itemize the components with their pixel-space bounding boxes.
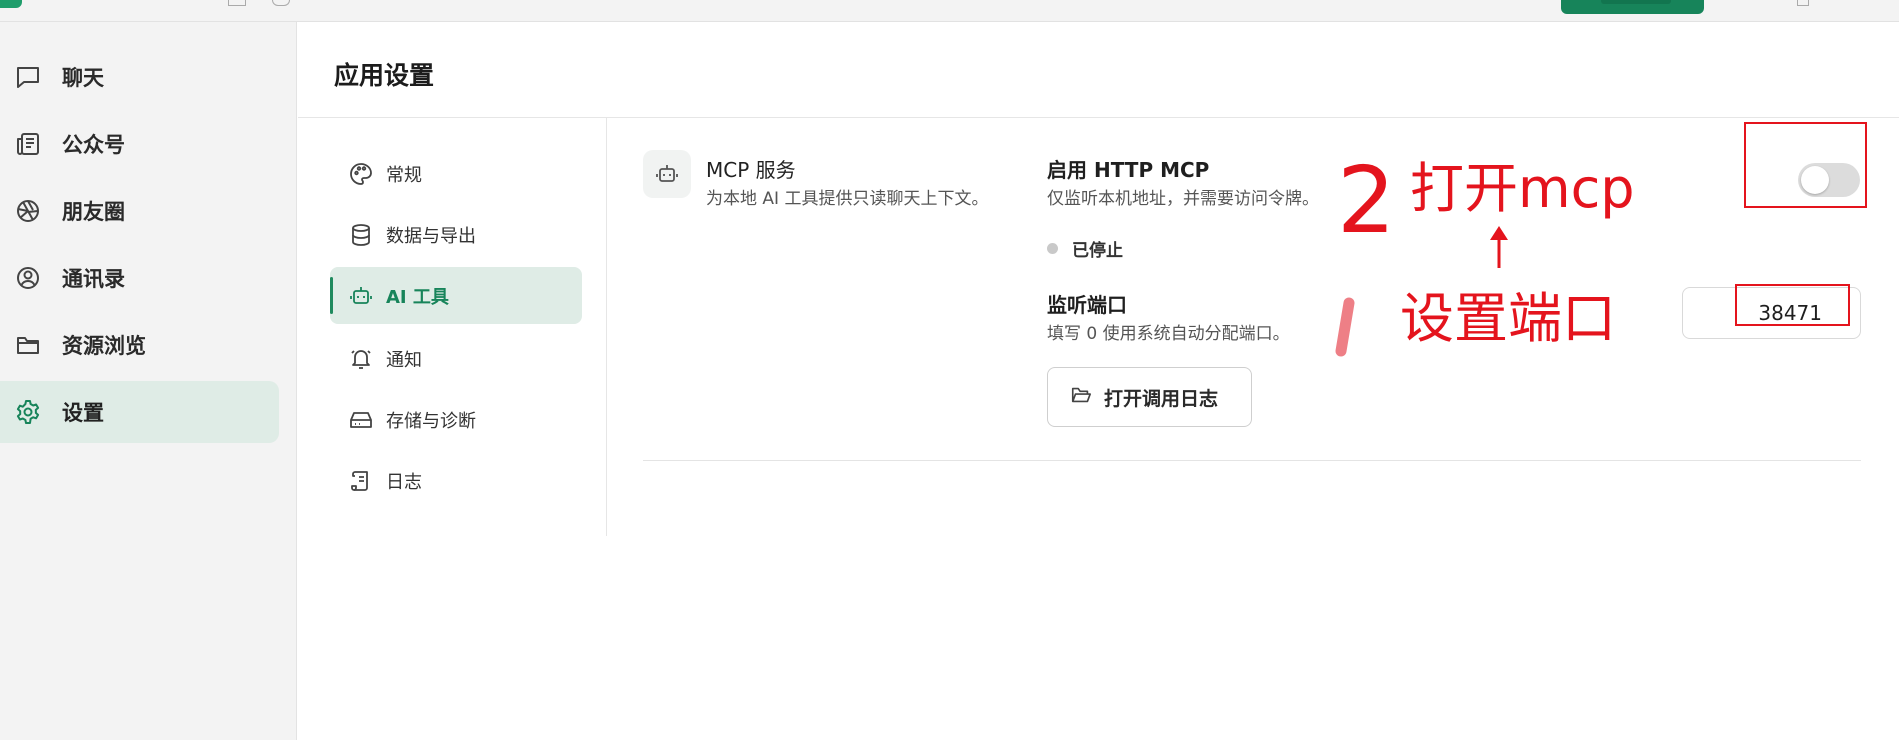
page-title: 应用设置 [334, 61, 435, 90]
robot-icon [348, 283, 374, 309]
http-mcp-label: 启用 HTTP MCP [1047, 158, 1210, 182]
section-divider [643, 460, 1861, 461]
port-label: 监听端口 [1047, 293, 1127, 317]
sidebar-item-label: 资源浏览 [62, 334, 146, 358]
folder-open-icon [1070, 384, 1092, 410]
open-call-log-label: 打开调用日志 [1104, 387, 1219, 410]
annotation-step-2: 2 [1337, 147, 1396, 254]
status-text: 已停止 [1072, 241, 1123, 261]
http-mcp-description: 仅监听本机地址，并需要访问令牌。 [1047, 189, 1319, 209]
sidebar-item-contacts[interactable]: 通讯录 [0, 247, 279, 309]
sidebar-item-resources[interactable]: 资源浏览 [0, 314, 279, 376]
contact-circle-icon [14, 264, 42, 292]
settings-tab-logs[interactable]: 日志 [330, 452, 582, 509]
sidebar-item-label: 设置 [62, 401, 104, 425]
settings-tab-label: 数据与导出 [386, 225, 476, 247]
sidebar-item-label: 通讯录 [62, 267, 125, 291]
header-divider [298, 117, 1899, 118]
settings-nav-divider [606, 118, 607, 536]
window-minimize-icon[interactable] [1797, 0, 1809, 6]
sidebar-item-label: 公众号 [62, 133, 125, 157]
settings-tab-data-export[interactable]: 数据与导出 [330, 206, 582, 263]
gear-icon [14, 398, 42, 426]
sidebar-item-settings[interactable]: 设置 [0, 381, 279, 443]
aperture-icon [14, 197, 42, 225]
settings-tab-label: 常规 [386, 164, 422, 186]
hard-drive-icon [348, 407, 374, 433]
app-logo [0, 0, 22, 8]
mcp-section-title: MCP 服务 [706, 158, 796, 182]
sidebar-item-label: 朋友圈 [62, 200, 125, 224]
annotation-box-toggle [1744, 122, 1867, 208]
annotation-set-port: 设置端口 [1400, 287, 1616, 350]
mcp-status: 已停止 [1047, 236, 1123, 261]
folder-icon [14, 331, 42, 359]
sidebar-item-chat[interactable]: 聊天 [0, 46, 279, 108]
top-action-button[interactable] [1561, 0, 1704, 14]
scroll-icon [348, 468, 374, 494]
open-call-log-button[interactable]: 打开调用日志 [1047, 367, 1252, 427]
settings-tab-label: AI 工具 [386, 286, 449, 308]
annotation-arrow-head [1490, 226, 1508, 240]
window-control-icon[interactable] [228, 0, 246, 6]
annotation-step-1-mark [1335, 297, 1355, 357]
settings-tab-label: 存储与诊断 [386, 410, 476, 432]
main-sidebar: 聊天 公众号 朋友圈 通讯录 资源浏览 设置 [0, 22, 297, 740]
sidebar-item-official-accounts[interactable]: 公众号 [0, 113, 279, 175]
robot-icon [643, 150, 691, 198]
settings-tab-label: 通知 [386, 349, 422, 371]
settings-tab-storage[interactable]: 存储与诊断 [330, 391, 582, 448]
mcp-section-description: 为本地 AI 工具提供只读聊天上下文。 [706, 189, 989, 209]
settings-tab-notifications[interactable]: 通知 [330, 330, 582, 387]
settings-tab-label: 日志 [386, 471, 422, 493]
chat-bubble-icon [14, 63, 42, 91]
sidebar-item-label: 聊天 [62, 66, 104, 90]
sidebar-item-moments[interactable]: 朋友圈 [0, 180, 279, 242]
status-dot-icon [1047, 243, 1058, 254]
port-description: 填写 0 使用系统自动分配端口。 [1047, 324, 1290, 344]
title-bar [0, 0, 1899, 22]
settings-tab-general[interactable]: 常规 [330, 145, 582, 202]
bell-icon [348, 346, 374, 372]
settings-tab-ai-tools[interactable]: AI 工具 [330, 267, 582, 324]
annotation-open-mcp: 打开mcp [1410, 157, 1635, 220]
search-icon[interactable] [272, 0, 290, 6]
newspaper-icon [14, 130, 42, 158]
database-icon [348, 222, 374, 248]
annotation-box-port [1735, 284, 1850, 326]
palette-icon [348, 161, 374, 187]
